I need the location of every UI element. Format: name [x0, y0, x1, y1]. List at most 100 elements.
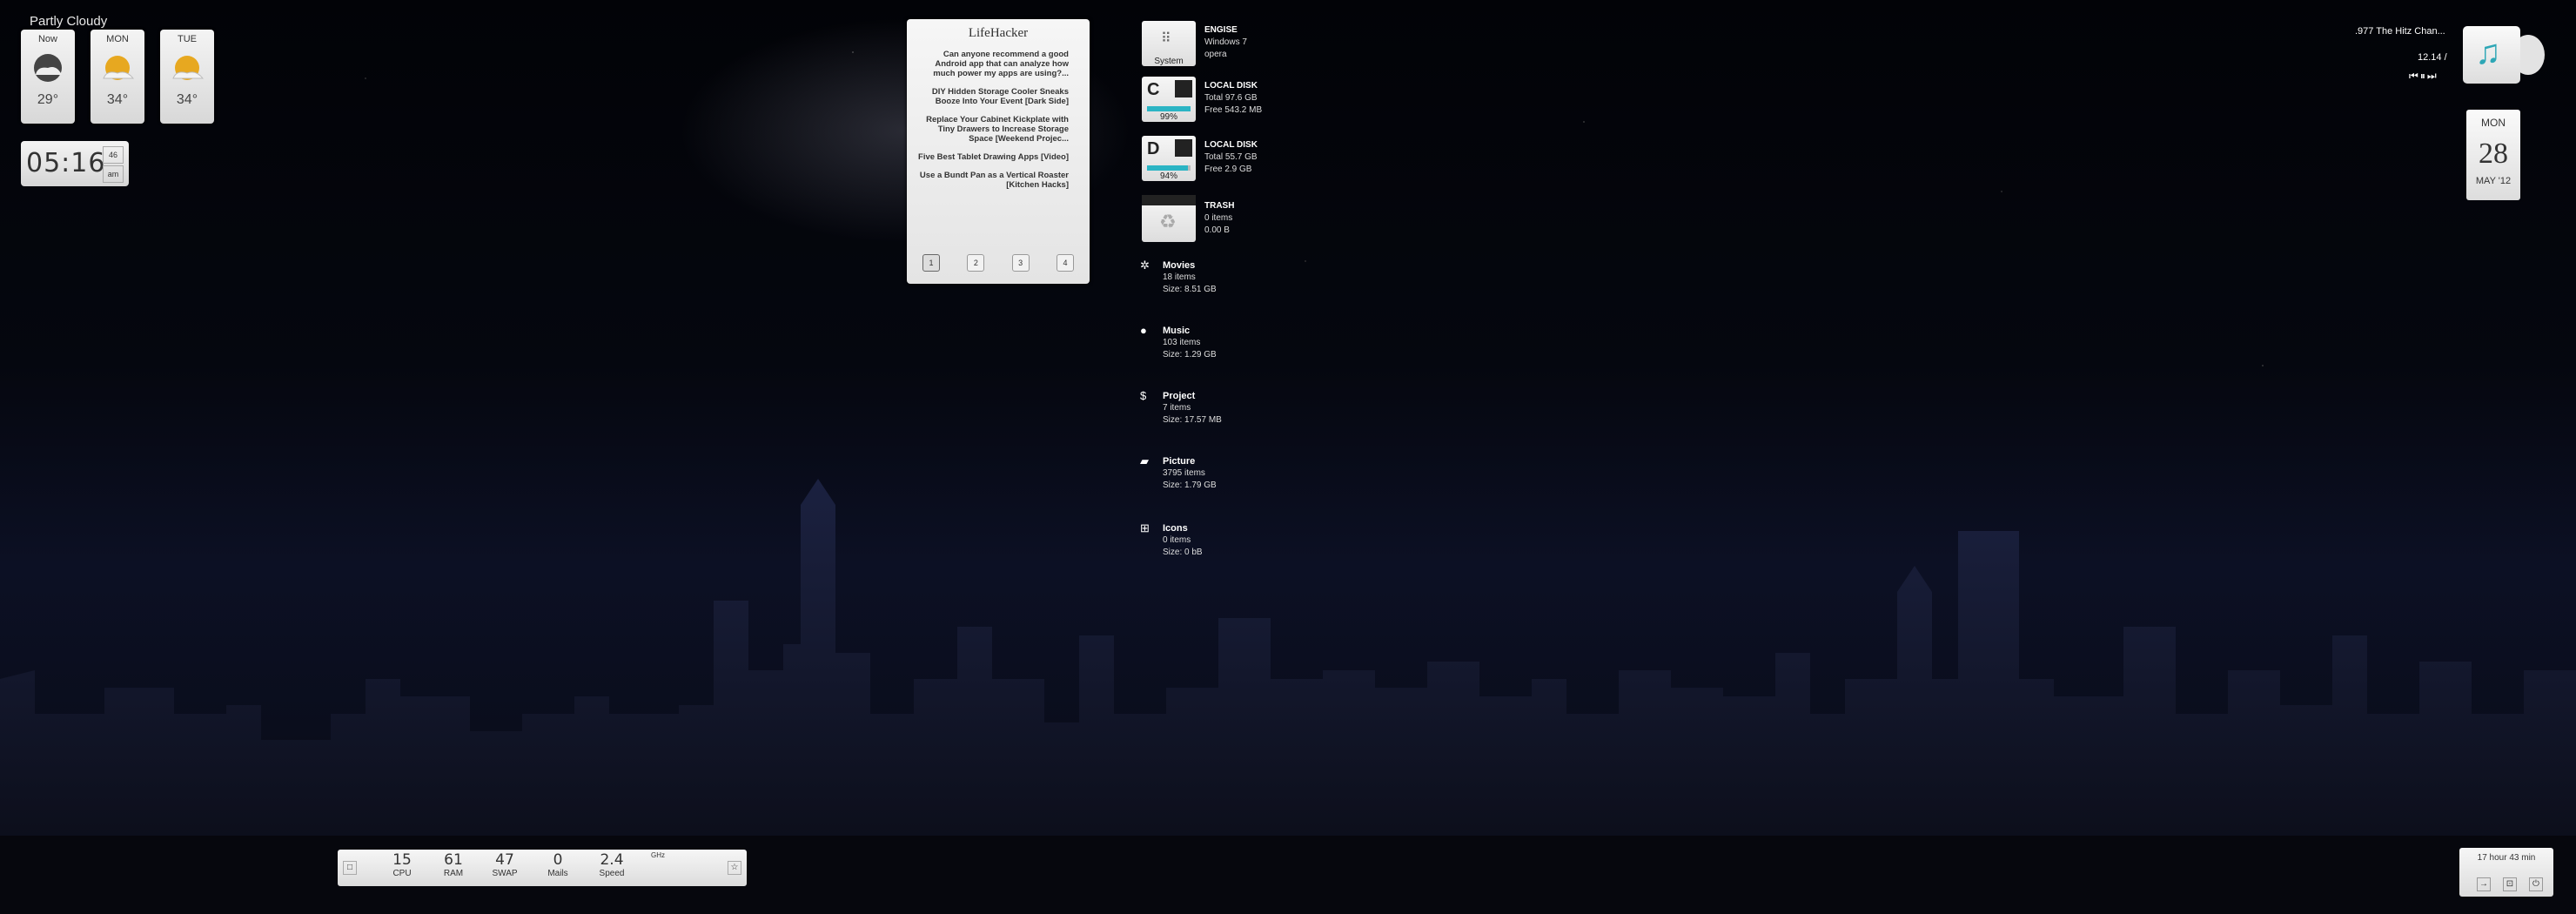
apple-icon: ● [1140, 324, 1147, 337]
calendar-widget: MON 28 MAY '12 [2466, 110, 2520, 200]
drive-c-icon[interactable]: C 99% [1142, 77, 1196, 122]
stat-mails: 0 Mails [536, 851, 580, 878]
stat-ram: 61 RAM [432, 851, 475, 878]
restart-icon[interactable]: ⊡ [2503, 877, 2517, 891]
grid-icon: ⠿ [1161, 31, 1171, 46]
weather-temp: 34° [176, 92, 198, 107]
stat-label: CPU [392, 869, 412, 878]
weather-card-mon[interactable]: MON 34° [91, 30, 144, 124]
music-player-art[interactable]: ♫ [2463, 26, 2520, 84]
feed-page-4[interactable]: 4 [1056, 254, 1074, 272]
trash-size: 0.00 B [1204, 225, 1230, 235]
clock-widget: 05:16 46 am [21, 141, 129, 186]
weather-temp: 34° [106, 92, 129, 107]
feed-item[interactable]: Use a Bundt Pan as a Vertical Roaster [K… [917, 171, 1069, 190]
folder-name: Project [1163, 391, 1196, 401]
stat-value: 2.4 [600, 851, 624, 869]
music-note-icon: ♫ [2475, 33, 2501, 71]
folder-name: Music [1163, 326, 1191, 336]
trash-icon-box[interactable]: ♻ [1142, 195, 1196, 242]
feed-page-1[interactable]: 1 [922, 254, 940, 272]
speed-unit: GHz [651, 851, 665, 859]
stat-label: Speed [599, 869, 625, 878]
stat-label: Mails [547, 869, 568, 878]
weather-card-now[interactable]: Now 29° [21, 30, 75, 124]
star-icon[interactable]: ☆ [728, 861, 741, 875]
uptime-widget: 17 hour 43 min → ⊡ ⏻ [2459, 848, 2553, 897]
camera-icon: ▰ [1140, 454, 1149, 467]
folder-music[interactable]: ● Music 103 items Size: 1.29 GB [1140, 325, 1217, 361]
drive-percent: 94% [1159, 171, 1177, 181]
calendar-date: 28 [2479, 138, 2508, 170]
stat-value: 47 [495, 851, 514, 869]
logout-icon[interactable]: → [2477, 877, 2491, 891]
folder-items: 3795 items [1163, 468, 1205, 478]
weather-temp: 29° [37, 92, 59, 107]
drive-total: Total 97.6 GB [1204, 93, 1258, 103]
system-icon-box[interactable]: ⠿ System [1142, 21, 1196, 66]
stat-value: 15 [392, 851, 412, 869]
stat-cpu: 15 CPU [380, 851, 424, 878]
power-icon[interactable]: ⏻ [2529, 877, 2543, 891]
folder-name: Picture [1163, 456, 1196, 467]
weather-condition: Partly Cloudy [30, 14, 108, 29]
drive-d-info: LOCAL DISK Total 55.7 GB Free 2.9 GB [1204, 139, 1258, 176]
folder-icons[interactable]: ⊞ Icons 0 items Size: 0 bB [1140, 522, 1203, 559]
drive-total: Total 55.7 GB [1204, 152, 1258, 162]
feed-page-3[interactable]: 3 [1011, 254, 1030, 272]
folder-size: Size: 0 bB [1163, 548, 1203, 557]
drive-usage-bar [1147, 106, 1191, 111]
folder-movies[interactable]: ✲ Movies 18 items Size: 8.51 GB [1140, 259, 1217, 296]
film-icon: ✲ [1140, 259, 1150, 272]
stat-label: SWAP [492, 869, 518, 878]
calendar-day: MON [2481, 117, 2506, 129]
pause-icon[interactable]: ⏸ [2420, 70, 2427, 82]
feed-page-2[interactable]: 2 [967, 254, 985, 272]
system-name: ENGISE [1204, 25, 1238, 35]
drive-usage-fill [1147, 165, 1188, 171]
folder-picture[interactable]: ▰ Picture 3795 items Size: 1.79 GB [1140, 455, 1217, 492]
feed-item[interactable]: DIY Hidden Storage Cooler Sneaks Booze I… [917, 87, 1069, 106]
trash-info: TRASH 0 items 0.00 B [1204, 200, 1234, 237]
lifehacker-feed-widget: LifeHacker Can anyone recommend a good A… [907, 19, 1090, 284]
recycle-icon: ♻ [1159, 211, 1177, 232]
drive-usage-bar [1147, 165, 1191, 171]
system-stats-bar: □ 15 CPU 61 RAM 47 SWAP 0 Mails 2.4 Spee… [338, 850, 747, 886]
drive-free: Free 543.2 MB [1204, 105, 1263, 115]
prev-icon[interactable]: ⏮ [2409, 70, 2420, 82]
clock-seconds: 46 [103, 146, 124, 164]
feed-item[interactable]: Can anyone recommend a good Android app … [917, 50, 1069, 78]
system-browser: opera [1204, 50, 1227, 59]
feed-title: LifeHacker [968, 26, 1029, 40]
drive-c-info: LOCAL DISK Total 97.6 GB Free 543.2 MB [1204, 80, 1262, 117]
folder-size: Size: 1.29 GB [1163, 350, 1217, 360]
next-icon[interactable]: ⏭ [2427, 70, 2438, 82]
stats-left-button[interactable]: □ [343, 861, 357, 875]
folder-project[interactable]: $ Project 7 items Size: 17.57 MB [1140, 390, 1222, 427]
feed-item[interactable]: Replace Your Cabinet Kickplate with Tiny… [917, 115, 1069, 144]
music-track-time: 12.14 / [2418, 52, 2447, 63]
windows-icon: ⊞ [1140, 521, 1150, 534]
system-info-text: ENGISE Windows 7 opera [1204, 24, 1247, 61]
folder-name: Movies [1163, 260, 1196, 271]
feed-item[interactable]: Five Best Tablet Drawing Apps [Video] [917, 152, 1069, 162]
weather-card-tue[interactable]: TUE 34° [160, 30, 214, 124]
drive-letter: D [1147, 139, 1160, 158]
weather-day: TUE [178, 34, 197, 44]
calendar-month-year: MAY '12 [2475, 176, 2512, 186]
clock-ampm: am [103, 165, 124, 183]
drive-d-icon[interactable]: D 94% [1142, 136, 1196, 181]
drive-letter: C [1147, 80, 1160, 99]
folder-name: Icons [1163, 523, 1188, 534]
trash-name: TRASH [1204, 201, 1235, 211]
weather-day: MON [106, 34, 129, 44]
folder-items: 18 items [1163, 272, 1196, 282]
weather-day: Now [37, 34, 57, 44]
folder-size: Size: 17.57 MB [1163, 415, 1222, 425]
stat-value: 0 [553, 851, 563, 869]
uptime-text: 17 hour 43 min [2477, 853, 2536, 863]
stat-value: 61 [444, 851, 463, 869]
dollar-icon: $ [1140, 389, 1147, 402]
feed-pager: 1 2 3 4 [922, 254, 1074, 272]
city-skyline-wallpaper [0, 479, 2576, 870]
